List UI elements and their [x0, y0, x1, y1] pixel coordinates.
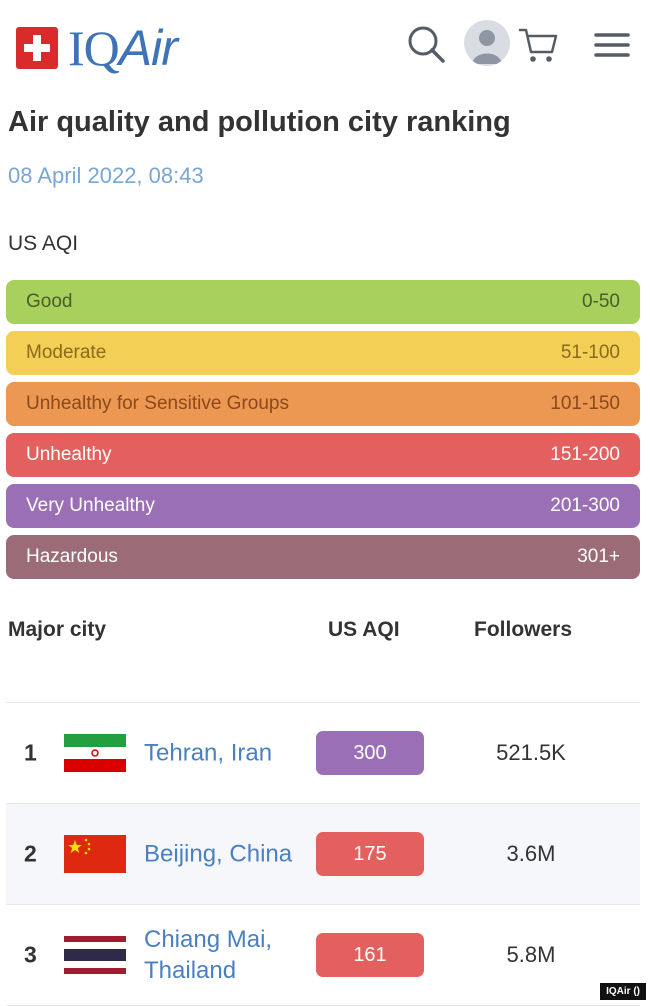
followers-count: 3.6M — [506, 841, 556, 866]
swiss-cross-icon — [16, 27, 58, 69]
aqi-badge: 300 — [316, 731, 424, 775]
legend-moderate: Moderate 51-100 — [6, 331, 640, 375]
legend-unhealthy-sensitive: Unhealthy for Sensitive Groups 101-150 — [6, 382, 640, 426]
table-row[interactable]: 1 Tehran, Iran 300 521.5K — [6, 703, 640, 804]
cart-icon[interactable] — [516, 22, 560, 66]
legend-label: Unhealthy — [26, 444, 112, 465]
thailand-flag-icon — [64, 936, 126, 974]
column-header-aqi[interactable]: US AQI — [328, 618, 400, 642]
aqi-legend: Good 0-50 Moderate 51-100 Unhealthy for … — [6, 280, 640, 586]
watermark: IQAir () — [600, 983, 646, 1000]
site-header: IQAir — [0, 0, 650, 92]
table-row[interactable]: 3 Chiang Mai, Thailand 161 5.8M — [6, 905, 640, 1006]
iqair-logo[interactable]: IQAir — [16, 18, 178, 78]
page-title: Air quality and pollution city ranking — [8, 106, 511, 138]
column-header-followers[interactable]: Followers — [474, 618, 572, 642]
legend-label: Good — [26, 291, 73, 312]
legend-range: 101-150 — [550, 393, 620, 414]
column-header-city[interactable]: Major city — [8, 618, 106, 642]
user-avatar-icon[interactable] — [464, 20, 510, 66]
followers-count: 521.5K — [496, 740, 566, 765]
legend-range: 0-50 — [581, 291, 620, 312]
legend-range: 201-300 — [550, 495, 620, 516]
legend-label: Very Unhealthy — [26, 495, 155, 516]
iran-flag-icon — [64, 734, 126, 772]
aqi-scale-label: US AQI — [8, 232, 79, 255]
legend-label: Moderate — [26, 342, 107, 363]
followers-count: 5.8M — [506, 942, 556, 967]
legend-range: 151-200 — [550, 444, 620, 465]
city-link[interactable]: Tehran, Iran — [144, 738, 294, 769]
logo-wordmark: IQAir — [68, 20, 178, 76]
table-header: Major city US AQI Followers — [0, 618, 650, 654]
legend-range: 51-100 — [560, 342, 620, 363]
legend-good: Good 0-50 — [6, 280, 640, 324]
city-link[interactable]: Beijing, China — [144, 839, 294, 870]
timestamp: 08 April 2022, 08:43 — [8, 163, 204, 188]
search-icon[interactable] — [404, 22, 448, 66]
legend-unhealthy: Unhealthy 151-200 — [6, 433, 640, 477]
rank: 3 — [24, 941, 37, 968]
rank: 1 — [24, 739, 37, 766]
aqi-badge: 175 — [316, 832, 424, 876]
table-row[interactable]: 2 Beijing, China 175 3.6M — [6, 804, 640, 905]
city-ranking-table: 1 Tehran, Iran 300 521.5K 2 Beijing, Chi… — [6, 702, 640, 1006]
legend-label: Unhealthy for Sensitive Groups — [26, 393, 289, 414]
legend-very-unhealthy: Very Unhealthy 201-300 — [6, 484, 640, 528]
city-link[interactable]: Chiang Mai, Thailand — [144, 924, 294, 986]
china-flag-icon — [64, 835, 126, 873]
rank: 2 — [24, 840, 37, 867]
menu-icon[interactable] — [590, 22, 634, 66]
legend-label: Hazardous — [26, 546, 118, 567]
legend-hazardous: Hazardous 301+ — [6, 535, 640, 579]
aqi-badge: 161 — [316, 933, 424, 977]
legend-range: 301+ — [577, 546, 620, 567]
